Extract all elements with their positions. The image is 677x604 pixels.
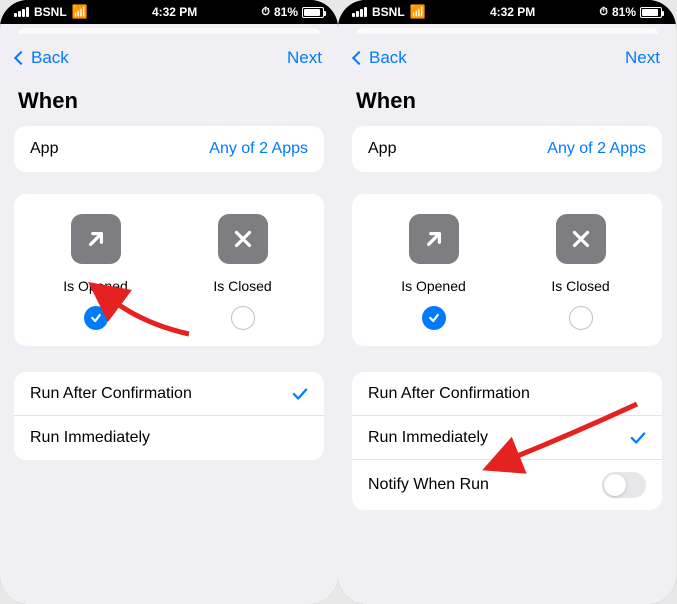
carrier-label: BSNL [34, 5, 67, 19]
run-options-card: Run After Confirmation Run Immediately N… [352, 372, 662, 510]
app-value: Any of 2 Apps [547, 140, 646, 158]
state-opened[interactable]: Is Opened [360, 214, 507, 330]
close-icon [218, 214, 268, 264]
app-label: App [30, 140, 58, 158]
battery-percent: 81% [274, 5, 298, 19]
state-card: Is Opened Is Closed [14, 194, 324, 346]
back-label: Back [369, 48, 407, 68]
alarm-icon: ⏱ [599, 6, 608, 19]
status-bar: BSNL 📶 4:32 PM ⏱ 81% [338, 0, 676, 24]
closed-label: Is Closed [551, 278, 609, 294]
alarm-icon: ⏱ [261, 6, 270, 19]
run-options-card: Run After Confirmation Run Immediately [14, 372, 324, 460]
status-bar: BSNL 📶 4:32 PM ⏱ 81% [0, 0, 338, 24]
battery-icon [640, 7, 662, 18]
check-icon [630, 431, 646, 445]
run-immediate-label: Run Immediately [368, 429, 488, 447]
app-row[interactable]: App Any of 2 Apps [352, 126, 662, 172]
arrow-out-icon [71, 214, 121, 264]
opened-label: Is Opened [401, 278, 466, 294]
opened-label: Is Opened [63, 278, 128, 294]
notify-when-run[interactable]: Notify When Run [352, 460, 662, 510]
run-immediately[interactable]: Run Immediately [352, 416, 662, 460]
next-button[interactable]: Next [625, 48, 660, 68]
time-label: 4:32 PM [490, 5, 535, 19]
run-after-confirmation[interactable]: Run After Confirmation [352, 372, 662, 416]
chevron-left-icon [352, 51, 366, 65]
battery-icon [302, 7, 324, 18]
signal-icon [14, 7, 29, 17]
phone-right: BSNL 📶 4:32 PM ⏱ 81% Back Next [338, 0, 676, 604]
run-after-confirmation[interactable]: Run After Confirmation [14, 372, 324, 416]
back-button[interactable]: Back [354, 48, 407, 68]
signal-icon [352, 7, 367, 17]
app-row[interactable]: App Any of 2 Apps [14, 126, 324, 172]
opened-radio[interactable] [422, 306, 446, 330]
notify-toggle[interactable] [602, 472, 646, 498]
state-card: Is Opened Is Closed [352, 194, 662, 346]
page-title: When [0, 78, 338, 126]
battery-percent: 81% [612, 5, 636, 19]
notify-label: Notify When Run [368, 476, 489, 494]
run-confirm-label: Run After Confirmation [368, 385, 530, 403]
chevron-left-icon [14, 51, 28, 65]
next-button[interactable]: Next [287, 48, 322, 68]
state-opened[interactable]: Is Opened [22, 214, 169, 330]
run-immediate-label: Run Immediately [30, 429, 150, 447]
wifi-icon: 📶 [72, 4, 88, 20]
time-label: 4:32 PM [152, 5, 197, 19]
carrier-label: BSNL [372, 5, 405, 19]
back-button[interactable]: Back [16, 48, 69, 68]
arrow-out-icon [409, 214, 459, 264]
app-value: Any of 2 Apps [209, 140, 308, 158]
app-label: App [368, 140, 396, 158]
opened-radio[interactable] [84, 306, 108, 330]
run-immediately[interactable]: Run Immediately [14, 416, 324, 460]
back-label: Back [31, 48, 69, 68]
check-icon [292, 387, 308, 401]
wifi-icon: 📶 [410, 4, 426, 20]
closed-radio[interactable] [231, 306, 255, 330]
run-confirm-label: Run After Confirmation [30, 385, 192, 403]
closed-label: Is Closed [213, 278, 271, 294]
state-closed[interactable]: Is Closed [169, 214, 316, 330]
close-icon [556, 214, 606, 264]
page-title: When [338, 78, 676, 126]
state-closed[interactable]: Is Closed [507, 214, 654, 330]
closed-radio[interactable] [569, 306, 593, 330]
phone-left: BSNL 📶 4:32 PM ⏱ 81% Back Next [0, 0, 338, 604]
